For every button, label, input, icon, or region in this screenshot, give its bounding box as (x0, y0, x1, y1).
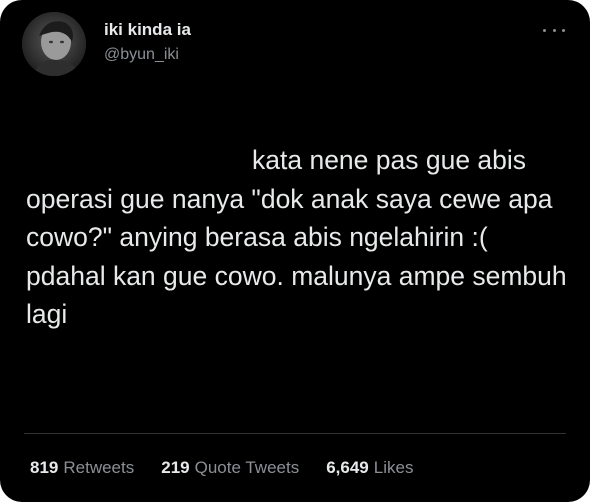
avatar[interactable] (22, 12, 86, 76)
quote-tweets-label: Quote Tweets (194, 458, 300, 477)
retweets-label: Retweets (63, 458, 135, 477)
quote-tweets-count: 219 (161, 458, 190, 477)
tweet-text: kata nene pas gue abis operasi gue nanya… (26, 145, 567, 329)
quote-tweets-stat[interactable]: 219 Quote Tweets (161, 458, 299, 478)
retweets-count: 819 (30, 458, 59, 477)
author-display-name[interactable]: iki kinda ia (104, 20, 191, 40)
tweet-stats: 819 Retweets 219 Quote Tweets 6,649 Likes (30, 458, 440, 478)
likes-count: 6,649 (326, 458, 369, 477)
retweets-stat[interactable]: 819 Retweets (30, 458, 134, 478)
likes-stat[interactable]: 6,649 Likes (326, 458, 413, 478)
more-dot (543, 28, 546, 32)
more-dot (552, 28, 556, 32)
author-handle[interactable]: @byun_iki (104, 46, 179, 64)
more-horizontal-icon[interactable] (543, 26, 565, 34)
more-dot (562, 28, 565, 32)
avatar-photo-icon (22, 12, 86, 76)
divider (24, 433, 566, 434)
likes-label: Likes (373, 458, 414, 477)
tweet-card: iki kinda ia @byun_iki kata nene pas gue… (0, 0, 590, 502)
